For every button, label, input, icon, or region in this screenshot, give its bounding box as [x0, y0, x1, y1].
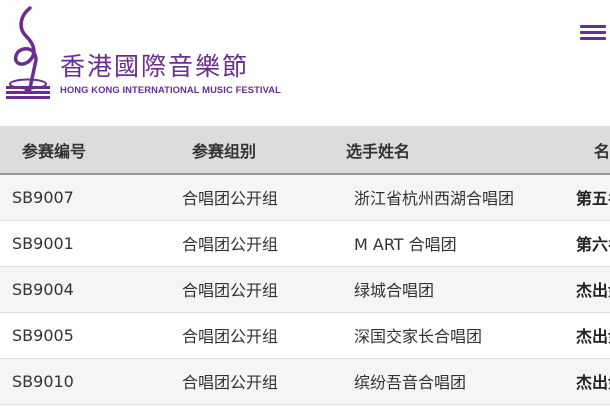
treble-clef-logo-icon — [6, 6, 50, 99]
contestant-cell: M ART 合唱团 — [354, 235, 457, 254]
results-table-head: 参赛编号 参赛组别 选手姓名 名次 — [0, 126, 610, 174]
group-cell: 合唱团公开组 — [182, 373, 279, 392]
page: 香港國際音樂節 HONG KONG INTERNATIONAL MUSIC FE… — [0, 0, 610, 406]
site-header: 香港國際音樂節 HONG KONG INTERNATIONAL MUSIC FE… — [0, 0, 610, 126]
entry-id-cell: SB9001 — [12, 233, 74, 253]
menu-line — [580, 37, 606, 40]
results-table-body: SB9007 合唱团公开组 浙江省杭州西湖合唱团 第五名 SB9001 合唱团公… — [0, 174, 610, 404]
festival-logo-link[interactable]: 香港國際音樂節 HONG KONG INTERNATIONAL MUSIC FE… — [4, 4, 304, 104]
rank-cell: 杰出金奖 — [576, 373, 610, 392]
table-row: SB9005 合唱团公开组 深国交家长合唱团 杰出金奖 — [0, 312, 610, 358]
contestant-cell: 深国交家长合唱团 — [354, 327, 483, 346]
contestant-cell: 绿城合唱团 — [354, 281, 435, 300]
table-row: SB9010 合唱团公开组 缤纷吾音合唱团 杰出金奖 — [0, 358, 610, 404]
entry-id-cell: SB9004 — [12, 279, 74, 299]
column-header-group: 参赛组别 — [192, 141, 257, 161]
rank-cell: 杰出金奖 — [576, 327, 610, 346]
table-header-row: 参赛编号 参赛组别 选手姓名 名次 — [0, 126, 610, 174]
rank-cell: 第六名 — [576, 235, 610, 254]
group-cell: 合唱团公开组 — [182, 235, 279, 254]
column-header-entry-id: 参赛编号 — [22, 141, 87, 161]
column-header-contestant: 选手姓名 — [346, 141, 411, 161]
entry-id-cell: SB9010 — [12, 371, 74, 391]
logo-english-text: HONG KONG INTERNATIONAL MUSIC FESTIVAL — [60, 84, 281, 95]
table-row: SB9004 合唱团公开组 绿城合唱团 杰出金奖 — [0, 266, 610, 312]
rank-cell: 第五名 — [576, 189, 610, 209]
entry-id-cell: SB9007 — [12, 187, 74, 207]
table-row: SB9007 合唱团公开组 浙江省杭州西湖合唱团 第五名 — [0, 174, 610, 220]
menu-line — [580, 25, 606, 28]
logo-chinese-text: 香港國際音樂節 — [60, 52, 250, 81]
group-cell: 合唱团公开组 — [182, 189, 279, 209]
results-table: 参赛编号 参赛组别 选手姓名 名次 SB9007 合唱团公开组 浙江省杭州西湖合… — [0, 126, 610, 405]
group-cell: 合唱团公开组 — [182, 281, 279, 300]
column-header-rank: 名次 — [594, 141, 610, 161]
menu-line — [580, 31, 606, 34]
contestant-cell: 缤纷吾音合唱团 — [354, 373, 467, 392]
table-row: SB9001 合唱团公开组 M ART 合唱团 第六名 — [0, 220, 610, 266]
hamburger-menu-icon[interactable] — [580, 22, 606, 44]
group-cell: 合唱团公开组 — [182, 327, 279, 346]
contestant-cell: 浙江省杭州西湖合唱团 — [354, 189, 515, 209]
entry-id-cell: SB9005 — [12, 325, 74, 345]
rank-cell: 杰出金奖 — [576, 281, 610, 300]
